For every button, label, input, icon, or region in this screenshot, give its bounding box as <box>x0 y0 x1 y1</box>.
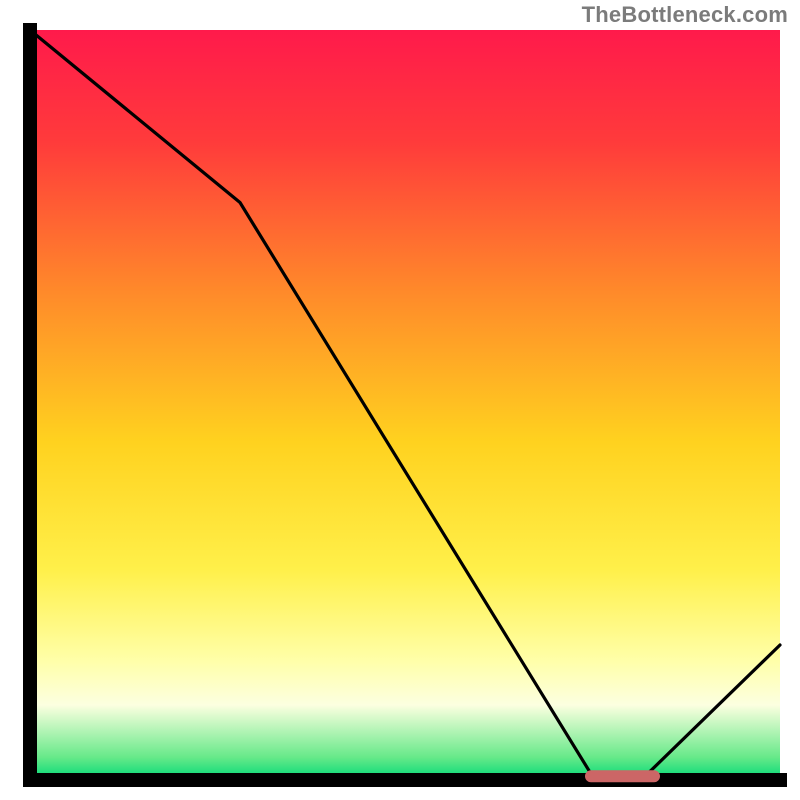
bottleneck-chart <box>0 0 800 800</box>
plot-background <box>30 30 780 780</box>
optimal-marker <box>585 770 660 782</box>
chart-frame: TheBottleneck.com <box>0 0 800 800</box>
